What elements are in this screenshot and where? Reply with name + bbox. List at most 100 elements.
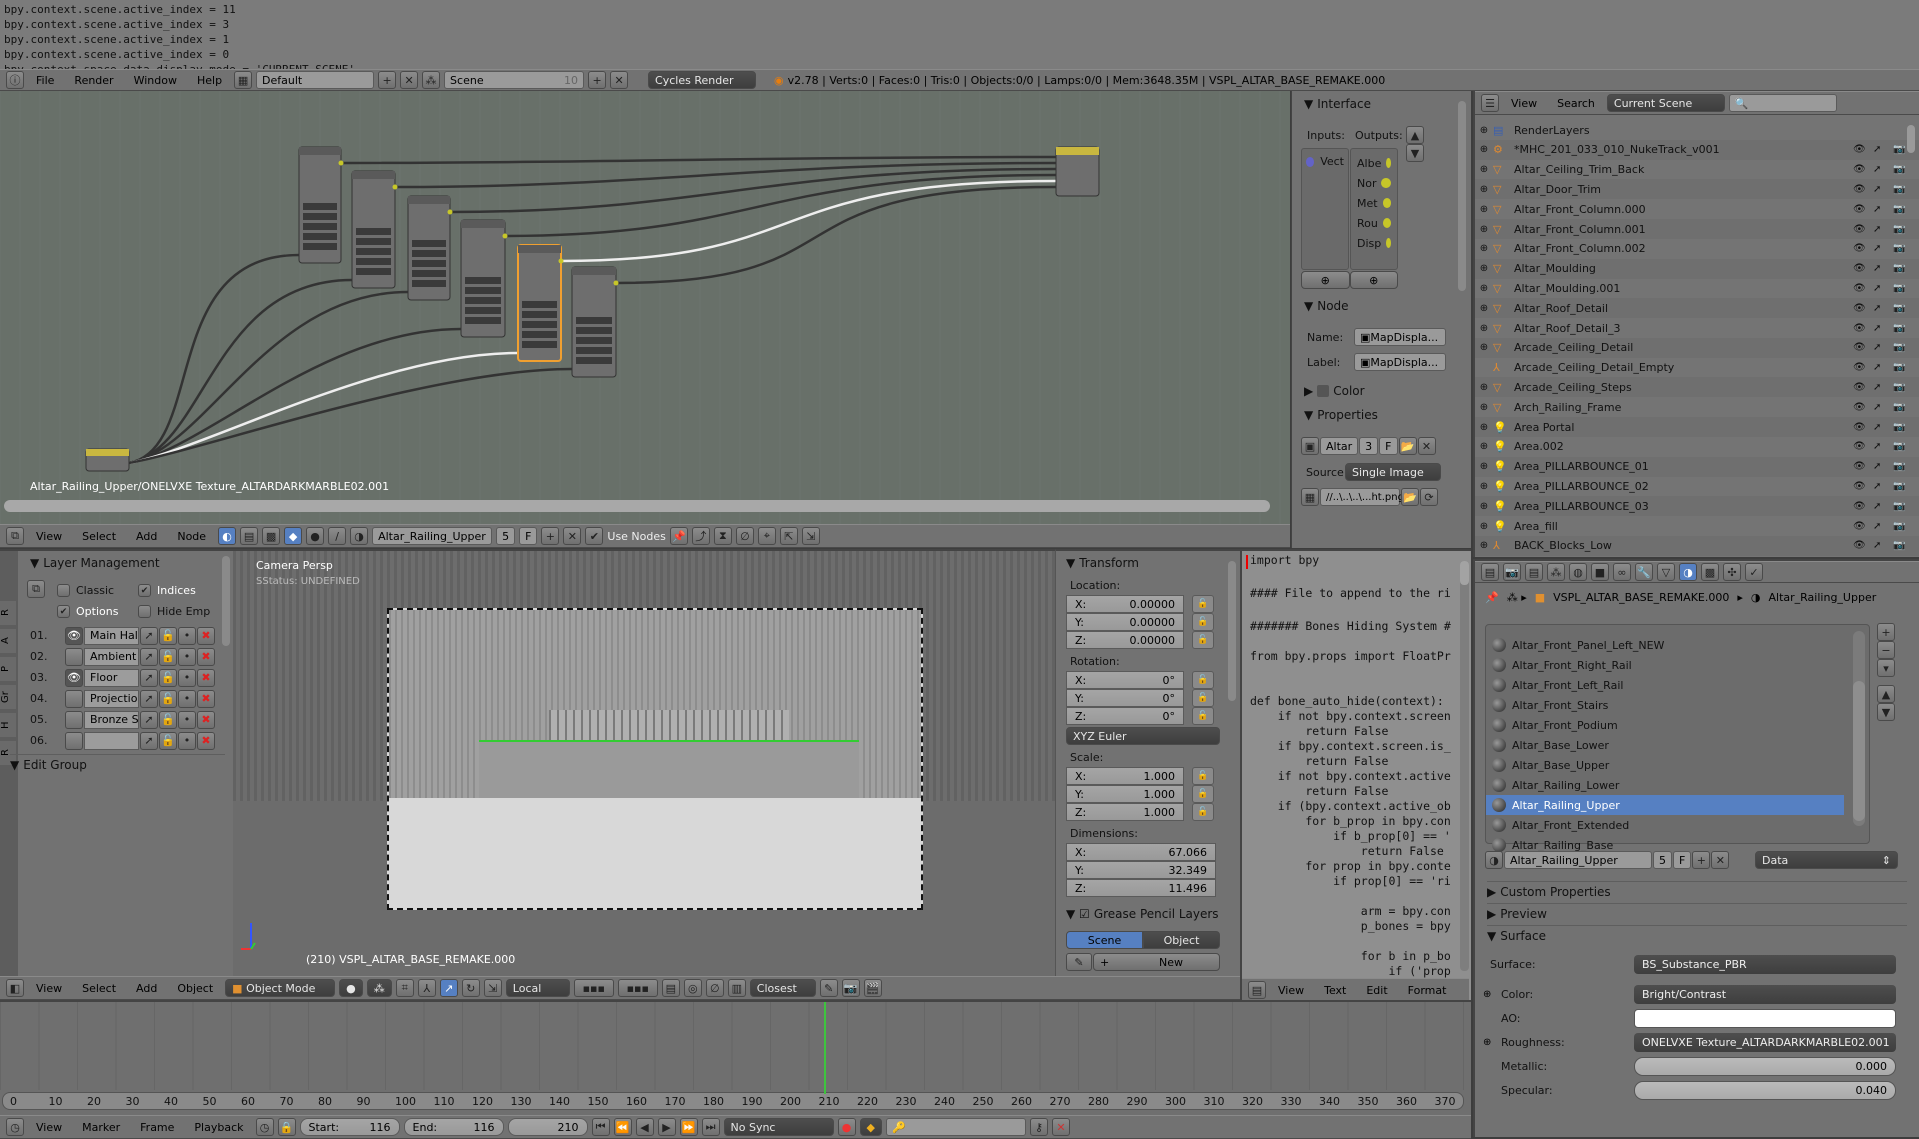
- surface-node-field[interactable]: ONELVXE Texture_ALTARDARKMARBLE02.001: [1634, 1032, 1896, 1052]
- material-slot[interactable]: Altar_Railing_Upper: [1486, 795, 1844, 815]
- render-icon[interactable]: 📷: [1893, 540, 1905, 551]
- dim-y-field[interactable]: Y: 32.349: [1066, 861, 1216, 879]
- tab-scene-icon[interactable]: ⁂: [1547, 563, 1565, 581]
- node-title-bar[interactable]: [352, 171, 395, 179]
- properties-panel-header[interactable]: ▼ Properties: [1304, 408, 1378, 422]
- layer-lock-icon[interactable]: 🔓: [159, 689, 177, 708]
- render-icon[interactable]: 📷: [1893, 224, 1905, 235]
- object-name[interactable]: Altar_Front_Column.001: [1514, 223, 1646, 236]
- outliner-row[interactable]: ⊕ ▽ Altar_Front_Column.000 👁 ➚ 📷: [1475, 199, 1919, 219]
- material-slot[interactable]: Altar_Front_Panel_Left_NEW: [1486, 635, 1844, 655]
- timeline-menu-playback[interactable]: Playback: [186, 1121, 251, 1134]
- material-users[interactable]: 5: [1653, 851, 1672, 869]
- hide-empty-check[interactable]: [138, 605, 151, 618]
- select-icon[interactable]: ➚: [1873, 342, 1885, 353]
- text-scrollbar[interactable]: [1460, 561, 1469, 971]
- layer-management-header[interactable]: ▼ Layer Management: [30, 556, 160, 570]
- eye-icon[interactable]: 👁: [1853, 204, 1866, 215]
- render-icon[interactable]: 📷: [1893, 283, 1905, 294]
- material-browse-icon[interactable]: ◑: [350, 527, 369, 545]
- outliner-menu-search[interactable]: Search: [1549, 97, 1603, 110]
- layer-select-icon[interactable]: ➚: [140, 647, 158, 666]
- material-slot[interactable]: Altar_Railing_Lower: [1486, 775, 1844, 795]
- new-material-icon[interactable]: +: [1692, 851, 1711, 869]
- text-menu-text[interactable]: Text: [1316, 984, 1354, 997]
- layer-delete-icon[interactable]: ✖: [197, 689, 215, 708]
- lock-icon[interactable]: 🔓: [1192, 595, 1214, 613]
- layer-wire-icon[interactable]: •: [178, 668, 196, 687]
- eye-icon[interactable]: 👁: [1853, 342, 1866, 353]
- lock-icon[interactable]: 🔓: [1192, 631, 1214, 649]
- eye-icon[interactable]: 👁: [1853, 521, 1866, 532]
- text-menu-format[interactable]: Format: [1400, 984, 1455, 997]
- paste-nodes-icon[interactable]: ⇲: [801, 527, 820, 545]
- node-title-bar[interactable]: [461, 220, 505, 228]
- eye-icon[interactable]: 👁: [1853, 402, 1866, 413]
- layer-select-icon[interactable]: ➚: [140, 668, 158, 687]
- node-link[interactable]: [560, 179, 1057, 263]
- expand-icon[interactable]: ⊕: [1475, 144, 1493, 155]
- node-field[interactable]: [465, 297, 501, 304]
- expand-icon[interactable]: ⊕: [1475, 382, 1493, 393]
- select-icon[interactable]: ➚: [1873, 184, 1885, 195]
- outliner-row[interactable]: ⊕ ▽ Altar_Moulding.001 👁 ➚ 📷: [1475, 278, 1919, 298]
- material-slot[interactable]: Altar_Base_Upper: [1486, 755, 1844, 775]
- node-field[interactable]: [576, 327, 612, 334]
- editor-type-3d-icon[interactable]: ◧: [6, 979, 24, 997]
- view3d-menu-object[interactable]: Object: [169, 982, 221, 995]
- eye-icon[interactable]: 👁: [1853, 481, 1866, 492]
- tool-shelf-tab[interactable]: R: [0, 601, 16, 625]
- layer-wire-icon[interactable]: •: [178, 647, 196, 666]
- outliner-row[interactable]: ⊕ 💡 Area_fill 👁 ➚ 📷: [1475, 516, 1919, 536]
- tool-shelf-tab[interactable]: H: [0, 713, 16, 737]
- remove-scene-icon[interactable]: ✕: [610, 71, 629, 89]
- pivot-select[interactable]: ⁂: [366, 979, 392, 997]
- layer-delete-icon[interactable]: ✖: [197, 731, 215, 750]
- editor-type-node-icon[interactable]: ⧉: [6, 527, 24, 545]
- layer-name-field[interactable]: Ambient: [84, 647, 139, 666]
- layer-delete-icon[interactable]: ✖: [197, 647, 215, 666]
- options-checkbox[interactable]: ✔ Options: [57, 605, 118, 618]
- play-reverse-icon[interactable]: ◀: [635, 1118, 654, 1136]
- image-fake-user[interactable]: F: [1379, 437, 1398, 455]
- eye-icon[interactable]: 👁: [1853, 263, 1866, 274]
- lock-icon[interactable]: 🔓: [1192, 767, 1214, 785]
- eye-icon[interactable]: 👁: [1853, 382, 1866, 393]
- select-icon[interactable]: ➚: [1873, 540, 1885, 551]
- tab-particles-icon[interactable]: ✣: [1723, 563, 1741, 581]
- eye-icon[interactable]: 👁: [1853, 362, 1866, 373]
- menu-file[interactable]: File: [28, 74, 62, 87]
- unlink-image-icon[interactable]: ✕: [1417, 437, 1436, 455]
- inputs-list[interactable]: Vect: [1301, 148, 1349, 270]
- expand-icon[interactable]: ⊕: [1475, 243, 1493, 254]
- layers-grid-1-icon[interactable]: ▪▪▪: [573, 979, 614, 997]
- expand-icon[interactable]: ⊕: [1475, 204, 1493, 215]
- node-field[interactable]: [522, 311, 557, 318]
- render-icon[interactable]: 📷: [1893, 481, 1905, 492]
- outliner-row[interactable]: ⊕ ▽ Altar_Front_Column.002 👁 ➚ 📷: [1475, 239, 1919, 259]
- snap-target-select[interactable]: Closest: [749, 979, 816, 997]
- hide-empty-checkbox[interactable]: Hide Emp: [138, 605, 210, 618]
- node-field[interactable]: [576, 357, 612, 364]
- remove-slot-icon[interactable]: −: [1877, 641, 1895, 659]
- node-field[interactable]: [303, 223, 337, 230]
- pin-icon[interactable]: 📌: [669, 527, 688, 545]
- object-name[interactable]: Arcade_Ceiling_Detail_Empty: [1514, 361, 1674, 374]
- render-engine-select[interactable]: Cycles Render: [648, 71, 757, 89]
- select-icon[interactable]: ➚: [1873, 303, 1885, 314]
- render-icon[interactable]: 📷: [1893, 521, 1905, 532]
- lock-icon[interactable]: 🔓: [1192, 613, 1214, 631]
- select-icon[interactable]: ➚: [1873, 402, 1885, 413]
- object-name[interactable]: Area_PILLARBOUNCE_03: [1514, 500, 1649, 513]
- remove-layout-icon[interactable]: ✕: [400, 71, 419, 89]
- horizontal-scrollbar[interactable]: [4, 500, 1270, 512]
- node-menu-add[interactable]: Add: [128, 530, 165, 543]
- outputs-list[interactable]: Albe Nor Met Rou Disp: [1350, 148, 1398, 270]
- node-editor-canvas[interactable]: Altar_Railing_Upper/ONELVXE Texture_ALTA…: [0, 91, 1290, 524]
- snap-icon[interactable]: ∅: [705, 979, 724, 997]
- scene-icon[interactable]: ⁂: [422, 71, 441, 89]
- expand-icon[interactable]: ⊕: [1475, 402, 1493, 413]
- surface-slider-field[interactable]: 0.000: [1634, 1056, 1896, 1076]
- node-field[interactable]: [576, 347, 612, 354]
- play-icon[interactable]: ▶: [657, 1118, 676, 1136]
